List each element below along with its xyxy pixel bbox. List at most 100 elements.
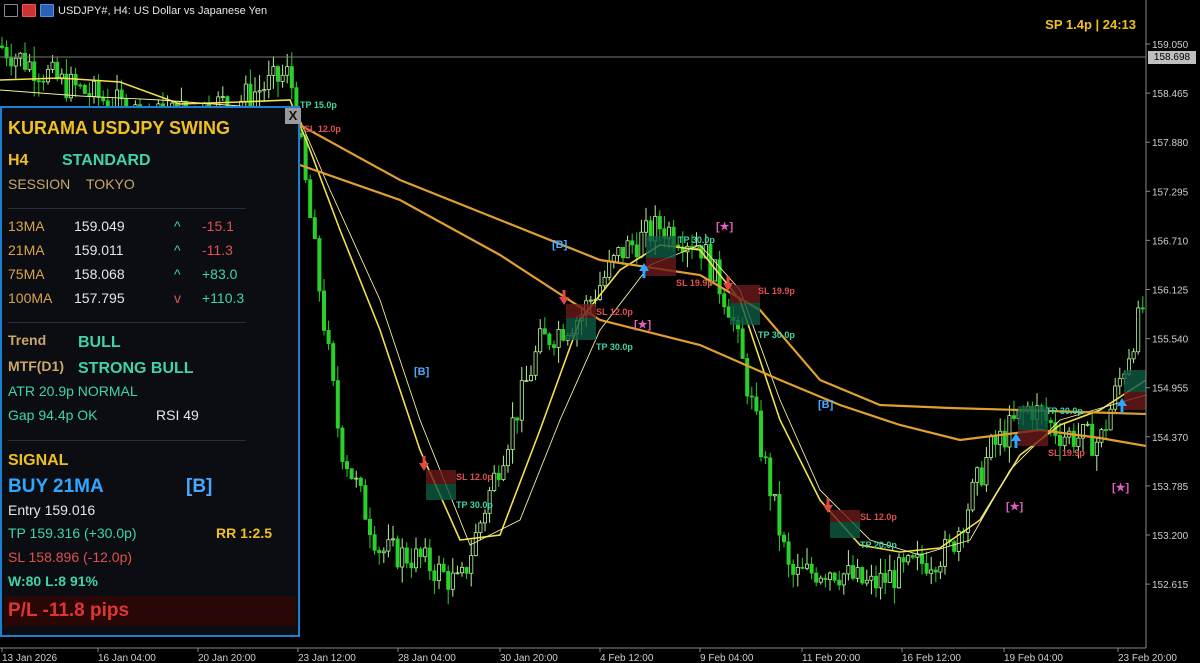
candle-body [621,247,626,259]
ma-change: +110.3 [202,290,245,306]
candle-body [1094,441,1099,456]
candle-body [220,96,225,99]
ma-direction-icon: ^ [174,266,181,282]
session-label: SESSION [8,176,71,192]
candle-body [768,457,773,497]
candle-body [602,276,607,287]
candle-body [588,299,593,302]
candle-body [524,380,529,382]
gap-text: Gap 94.4p OK [8,407,98,423]
candle-body [96,80,101,98]
chart-annotation: SL 19.9p [758,286,795,296]
price-axis: 159.050 158.465 157.880 157.295 156.710 156.1… [1146,40,1189,591]
candle-body [266,74,271,90]
candle-body [1117,378,1122,387]
close-button[interactable]: X [285,108,301,124]
candle-body [331,343,336,381]
chart-annotation: [★] [1112,482,1130,494]
ma-value: 159.011 [74,242,124,258]
candle-body [450,572,455,590]
candle-body [92,80,97,97]
chart-annotation: SL 12.0p [304,124,341,134]
trade-box [1124,370,1146,392]
menu-icon[interactable] [4,4,18,17]
time-axis: 13 Jan 2026 16 Jan 04:00 20 Jan 20:00 23 Ja… [1,648,1177,663]
candle-body [920,553,925,564]
candle-body [1113,385,1118,410]
sell-arrow-icon [559,297,569,305]
candle-body [772,494,777,497]
time-label: 23 Feb 20:00 [1118,653,1177,663]
candle-body [326,330,331,345]
candle-body [455,572,460,575]
candle-body [101,97,106,102]
candle-body [933,569,938,573]
rr-text: RR 1:2.5 [216,525,273,541]
candle-body [740,328,745,359]
ma-name: 21MA [8,242,45,258]
candle-body [644,220,649,233]
trade-box [566,318,596,340]
candle-body [837,579,842,586]
candle-body [358,477,363,486]
candle-body [552,344,557,348]
candle-body [496,472,501,480]
candle-body [883,572,888,583]
symbol-header: USDJPY#, H4: US Dollar vs Japanese Yen [4,4,267,17]
candle-body [777,494,782,536]
chart-annotation: TP 30.0p [456,500,493,510]
candle-body [901,557,906,563]
timeframe: H4 [8,152,29,169]
candle-body [763,456,768,459]
candle-body [754,396,759,412]
rsi-text: RSI 49 [156,407,199,423]
candle-body [482,512,487,524]
chart-annotation: [★] [634,319,652,331]
time-label: 13 Jan 2026 [2,653,57,663]
template-icon[interactable] [40,4,54,17]
candle-body [432,570,437,581]
trade-box [646,258,676,276]
candle-body [505,449,510,467]
price-label: 154.370 [1152,433,1189,444]
candle-body [726,306,731,318]
chart-annotation: SL 19.9p [1048,448,1085,458]
buy-arrow-icon [642,271,646,278]
atr-text: ATR 20.9p NORMAL [8,383,138,399]
candle-body [418,548,423,558]
signal-panel: X KURAMA USDJPY SWING H4 STANDARD SESSIO… [0,106,301,637]
candle-body [335,380,340,429]
candle-body [349,468,354,480]
candle-body [1104,429,1109,431]
candle-body [32,61,37,82]
time-label: 28 Jan 04:00 [398,653,456,663]
signal-label: SIGNAL [8,452,69,469]
ma-name: 100MA [8,290,53,306]
candle-body [805,563,810,569]
time-label: 4 Feb 12:00 [600,653,654,663]
ma-direction-icon: v [174,290,181,306]
pl-text: P/L -11.8 pips [8,600,130,621]
chart-type-icon[interactable] [22,4,36,17]
symbol-title: USDJPY#, H4: US Dollar vs Japanese Yen [58,4,268,17]
candle-body [989,436,994,458]
price-label: 156.125 [1152,286,1189,297]
candle-body [860,567,865,584]
chart-annotation: [★] [716,221,734,233]
candle-body [50,61,55,70]
candle-body [275,66,280,82]
candle-body [46,68,51,83]
candle-body [367,518,372,536]
candle-body [634,244,639,258]
candle-body [363,485,368,520]
candle-body [510,417,515,450]
candle-body [556,329,561,348]
candle-body [280,74,285,82]
candle-body [1058,435,1063,447]
candle-body [271,66,276,76]
candle-body [630,240,635,246]
candle-body [906,555,911,563]
candle-body [395,538,400,568]
trend-value: BULL [78,334,121,351]
candle-body [69,73,74,99]
